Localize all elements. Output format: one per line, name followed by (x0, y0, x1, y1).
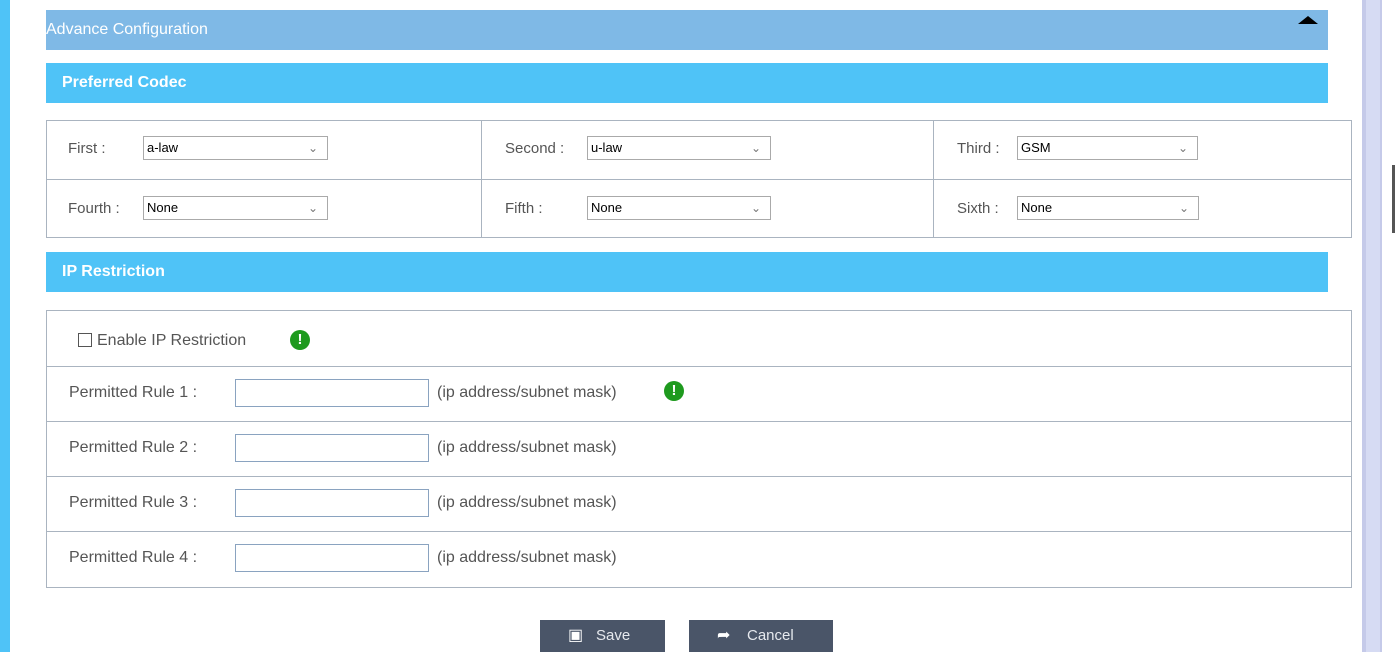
exclamation-circle-icon[interactable]: ! (664, 381, 684, 401)
ip-restriction-title: IP Restriction (62, 263, 165, 280)
ip-subnet-hint: (ip address/subnet mask) (437, 439, 617, 456)
first-codec-label: First : (68, 140, 106, 157)
exclamation-circle-icon[interactable]: ! (290, 330, 310, 350)
sixth-codec-select[interactable]: None ⌄ (1017, 196, 1199, 220)
sixth-codec-label: Sixth : (957, 200, 999, 217)
scroll-area[interactable] (1384, 0, 1399, 652)
first-codec-value: a-law (147, 140, 179, 155)
advance-configuration-title: Advance Configuration (46, 21, 208, 38)
advance-configuration-header[interactable]: Advance Configuration (46, 10, 1328, 50)
ip-subnet-hint: (ip address/subnet mask) (437, 494, 617, 511)
cancel-button-label: Cancel (747, 627, 794, 644)
ip-row-divider (47, 421, 1351, 422)
left-frame-bar (0, 0, 10, 652)
permitted-rule-2-input[interactable] (235, 434, 429, 462)
save-button-label: Save (596, 627, 631, 644)
scrollbar-thumb[interactable] (1392, 165, 1395, 233)
second-codec-label: Second : (505, 140, 565, 157)
chevron-down-icon: ⌄ (307, 201, 319, 215)
chevron-down-icon: ⌄ (750, 201, 762, 215)
permitted-rule-3-label: Permitted Rule 3 : (69, 494, 198, 511)
third-codec-label: Third : (957, 140, 1000, 157)
permitted-rule-4-label: Permitted Rule 4 : (69, 549, 198, 566)
ip-row-divider (47, 476, 1351, 477)
ip-row-divider (47, 366, 1351, 367)
right-frame-bar-inner (1366, 0, 1380, 652)
floppy-disk-icon: ▣ (568, 627, 584, 644)
first-codec-select[interactable]: a-law ⌄ (143, 136, 328, 160)
share-arrow-icon: ➦ (717, 627, 731, 644)
enable-ip-restriction-checkbox[interactable] (78, 333, 92, 347)
ip-subnet-hint: (ip address/subnet mask) (437, 549, 617, 566)
third-codec-select[interactable]: GSM ⌄ (1017, 136, 1198, 160)
permitted-rule-3-input[interactable] (235, 489, 429, 517)
sixth-codec-value: None (1021, 200, 1053, 215)
codec-row-divider (47, 179, 1351, 180)
enable-ip-restriction-label: Enable IP Restriction (97, 332, 247, 349)
permitted-rule-1-label: Permitted Rule 1 : (69, 384, 198, 401)
second-codec-select[interactable]: u-law ⌄ (587, 136, 771, 160)
caret-up-icon[interactable] (1298, 16, 1318, 24)
ip-restriction-header: IP Restriction (46, 252, 1328, 292)
ip-row-divider (47, 531, 1351, 532)
ip-subnet-hint: (ip address/subnet mask) (437, 384, 617, 401)
preferred-codec-title: Preferred Codec (62, 74, 187, 91)
third-codec-value: GSM (1021, 140, 1051, 155)
fifth-codec-value: None (591, 200, 623, 215)
permitted-rule-4-input[interactable] (235, 544, 429, 572)
chevron-down-icon: ⌄ (307, 141, 319, 155)
fourth-codec-value: None (147, 200, 179, 215)
save-button[interactable]: ▣ Save (540, 620, 665, 652)
permitted-rule-1-input[interactable] (235, 379, 429, 407)
fourth-codec-select[interactable]: None ⌄ (143, 196, 328, 220)
fifth-codec-label: Fifth : (505, 200, 543, 217)
cancel-button[interactable]: ➦ Cancel (689, 620, 833, 652)
chevron-down-icon: ⌄ (1178, 201, 1190, 215)
second-codec-value: u-law (591, 140, 623, 155)
codec-col-divider (933, 121, 934, 237)
permitted-rule-2-label: Permitted Rule 2 : (69, 439, 198, 456)
fourth-codec-label: Fourth : (68, 200, 120, 217)
fifth-codec-select[interactable]: None ⌄ (587, 196, 771, 220)
preferred-codec-header: Preferred Codec (46, 63, 1328, 103)
chevron-down-icon: ⌄ (750, 141, 762, 155)
chevron-down-icon: ⌄ (1177, 141, 1189, 155)
codec-col-divider (481, 121, 482, 237)
